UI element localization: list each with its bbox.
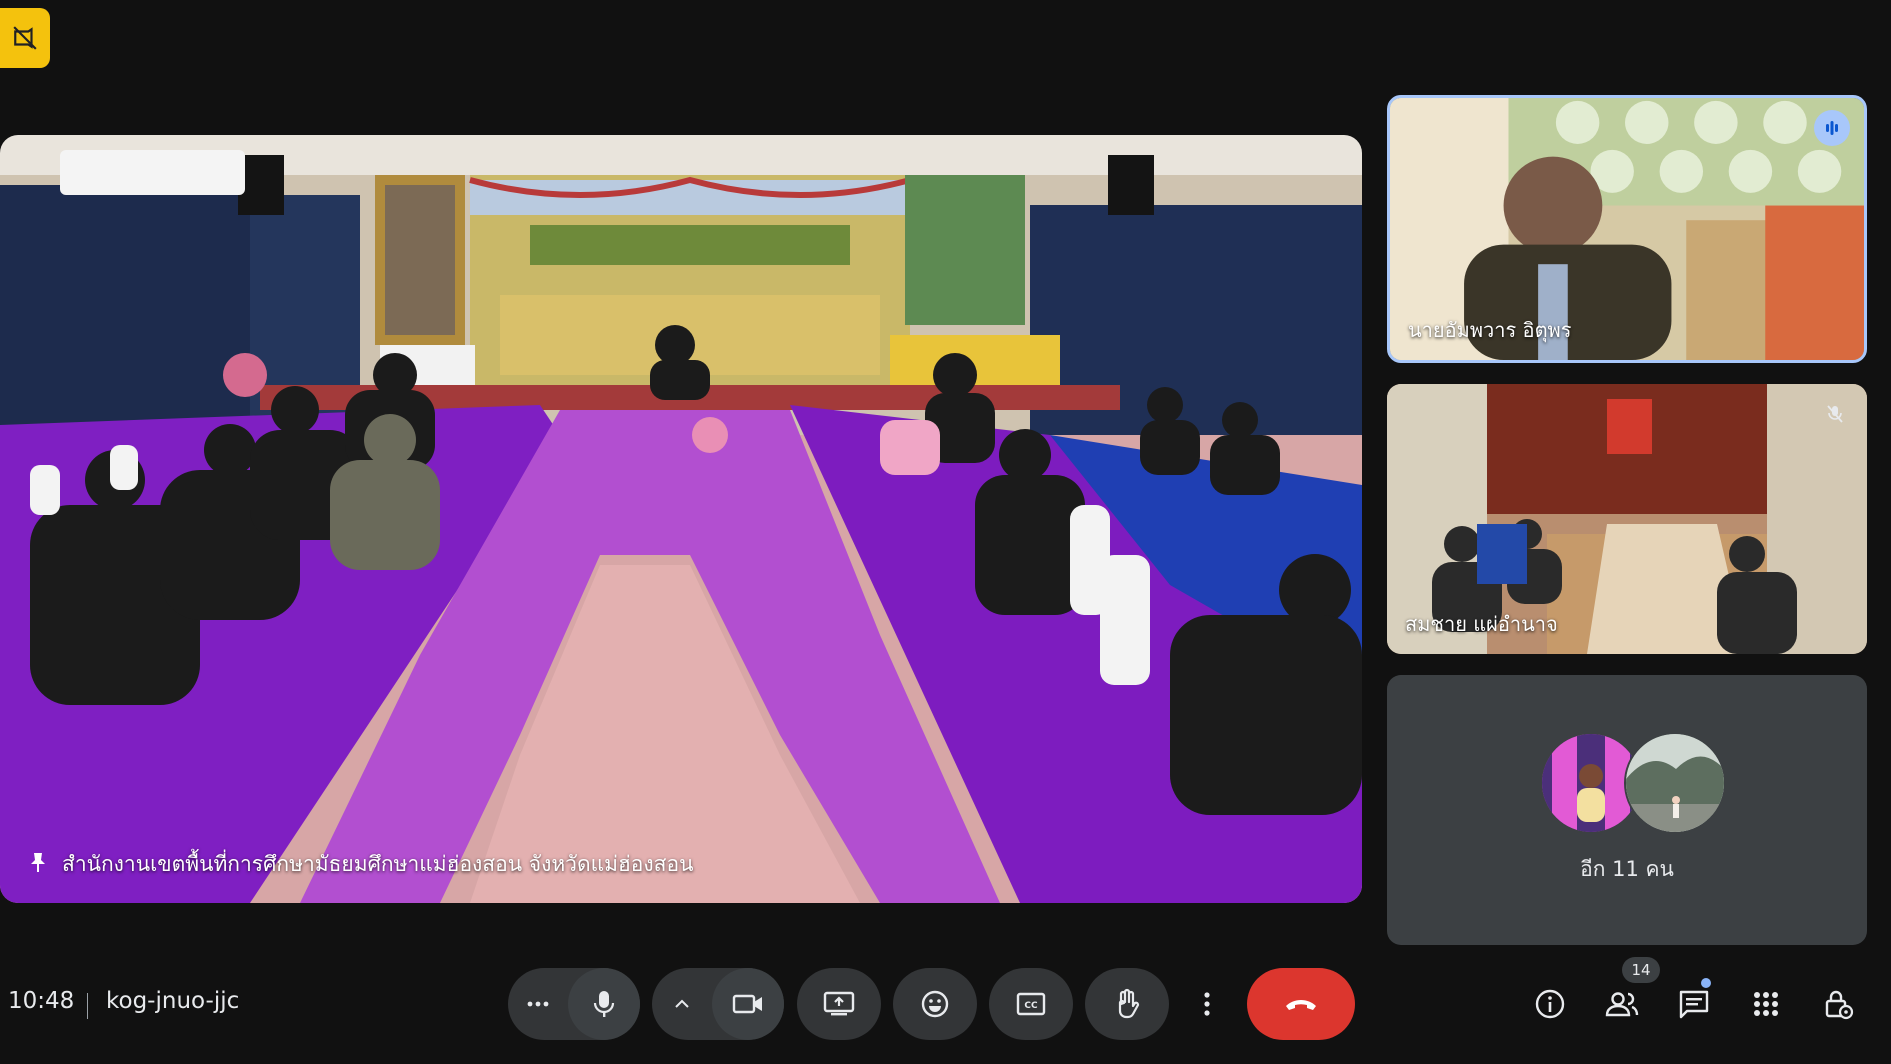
emoji-icon — [921, 990, 949, 1018]
more-horiz-icon[interactable] — [508, 968, 568, 1040]
participant-tile-room[interactable]: สมชาย แผ่อำนาจ — [1387, 384, 1867, 654]
avatar — [1624, 732, 1726, 834]
camera-button[interactable] — [712, 968, 784, 1040]
others-count-label: อีก 11 คน — [1580, 857, 1674, 881]
main-tile-caption: สำนักงานเขตพื้นที่การศึกษามัธยมศึกษาแม่ฮ… — [28, 848, 693, 881]
meeting-clock: 10:48 — [8, 988, 75, 1014]
mic-icon — [593, 991, 615, 1017]
raise-hand-button[interactable] — [1085, 968, 1169, 1040]
chat-notification-dot — [1701, 978, 1711, 988]
videocam-icon — [732, 994, 762, 1014]
avatar-group — [1540, 732, 1726, 834]
camera-control-group — [652, 968, 784, 1040]
participant-tile-speaker[interactable]: นายอัมพวาร อิตุพร — [1387, 95, 1867, 363]
main-tile-name: สำนักงานเขตพื้นที่การศึกษามัธยมศึกษาแม่ฮ… — [62, 852, 694, 876]
info-icon — [1535, 989, 1565, 1019]
mic-control-group — [508, 968, 640, 1040]
other-participants-tile[interactable]: อีก 11 คน — [1387, 675, 1867, 945]
svg-text:CC: CC — [1024, 1001, 1038, 1011]
chevron-up-icon[interactable] — [652, 968, 712, 1040]
leave-call-button[interactable] — [1247, 968, 1355, 1040]
host-controls-button[interactable] — [1812, 978, 1864, 1030]
more-options-button[interactable] — [1186, 968, 1228, 1040]
chat-button[interactable] — [1668, 978, 1720, 1030]
meeting-details-button[interactable] — [1524, 978, 1576, 1030]
reactions-button[interactable] — [893, 968, 977, 1040]
mic-button[interactable] — [568, 968, 640, 1040]
room-participant-name: สมชาย แผ่อำนาจ — [1405, 612, 1558, 636]
host-controls-icon — [1825, 990, 1854, 1020]
bar-divider — [87, 993, 88, 1019]
people-button[interactable] — [1596, 978, 1648, 1030]
call-end-icon — [1286, 1000, 1316, 1010]
closed-caption-icon: CC — [1016, 992, 1046, 1016]
captions-button[interactable]: CC — [989, 968, 1073, 1040]
conference-room-video — [0, 135, 1362, 903]
chat-icon — [1679, 990, 1709, 1019]
activities-icon — [1754, 992, 1778, 1016]
present-screen-icon — [823, 991, 855, 1016]
present-button[interactable] — [797, 968, 881, 1040]
people-icon — [1605, 992, 1639, 1017]
hand-icon — [1118, 988, 1140, 1019]
activities-button[interactable] — [1740, 978, 1792, 1030]
main-video-tile[interactable]: สำนักงานเขตพื้นที่การศึกษามัธยมศึกษาแม่ฮ… — [0, 135, 1362, 903]
camera-button-wrap — [712, 968, 784, 1040]
more-vert-icon — [1204, 992, 1210, 1016]
speaker-name: นายอัมพวาร อิตุพร — [1408, 318, 1572, 342]
mic-button-wrap — [568, 968, 640, 1040]
pin-icon[interactable] — [28, 851, 48, 878]
mic-off-icon — [1817, 396, 1853, 432]
speaking-indicator-icon — [1814, 110, 1850, 146]
no-video-badge-icon[interactable] — [0, 8, 50, 68]
meeting-code[interactable]: kog-jnuo-jjc — [106, 988, 239, 1014]
